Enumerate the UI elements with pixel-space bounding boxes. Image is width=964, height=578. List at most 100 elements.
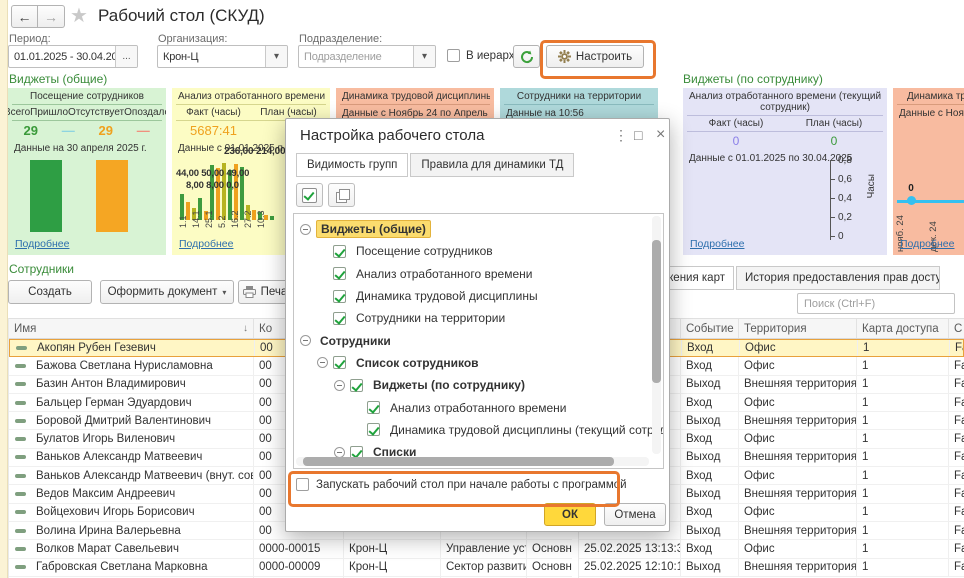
tab-access-rights-history[interactable]: История предоставления прав доступа [736, 266, 940, 290]
emp-discipline-more-link[interactable]: Подробнее [900, 238, 954, 250]
column-header-name[interactable]: Имя ↓ [9, 319, 254, 338]
peak-bar-labels: 236,00 214,00 [224, 146, 285, 157]
collapse-icon[interactable] [300, 224, 311, 235]
tree-item[interactable]: Сотрудники на территории [294, 307, 663, 329]
cell-event: Выход [681, 412, 739, 429]
tree-checkbox[interactable] [350, 379, 363, 392]
widget-title-line1: Анализ отработанного времени (текущий [687, 88, 883, 102]
chevron-down-icon[interactable]: ▾ [413, 46, 435, 67]
attendance-more-link[interactable]: Подробнее [15, 238, 69, 250]
tree-checkbox[interactable] [333, 245, 346, 258]
cell-access-card: 1 [857, 504, 949, 521]
favorite-star-icon[interactable]: ★ [70, 3, 88, 28]
startup-checkbox-row[interactable]: Запускать рабочий стол при начале работы… [296, 478, 627, 491]
tree-item[interactable]: Виджеты (по сотруднику) [294, 374, 663, 396]
vertical-scrollbar[interactable] [652, 216, 661, 454]
tree-item[interactable]: Посещение сотрудников [294, 240, 663, 262]
collapse-icon[interactable] [334, 447, 345, 458]
hierarchy-checkbox[interactable] [447, 49, 460, 62]
attendance-values: 29—29— [12, 121, 162, 140]
tree-item[interactable]: Динамика трудовой дисциплины (текущий со… [294, 419, 663, 441]
tree-checkbox[interactable] [333, 290, 346, 303]
attendance-column-header: ВсегоПришлоОтсутствуетОпоздало [8, 107, 166, 118]
cell-access-card: 1 [858, 340, 950, 356]
check-all-button[interactable] [296, 183, 323, 207]
window-edge-strip [0, 0, 8, 578]
cell-reader: Fa [949, 449, 964, 466]
maximize-icon[interactable]: □ [634, 127, 642, 143]
back-button[interactable]: ← [11, 5, 38, 28]
cell-event: Вход [682, 340, 740, 356]
create-button[interactable]: Создать [8, 280, 92, 304]
startup-checkbox[interactable] [296, 478, 309, 491]
person-icon [9, 449, 31, 466]
cell-reader: Fa [949, 559, 964, 576]
cell-organization: Крон-Ц [344, 559, 441, 576]
event-row[interactable]: 25.02.2025 13:13:34ВходОфис1Fa [579, 540, 964, 558]
tree-checkbox[interactable] [333, 312, 346, 325]
cell-code: 0000-00015 [254, 540, 344, 557]
close-icon[interactable]: × [656, 127, 665, 143]
uncheck-all-icon [336, 189, 348, 201]
tree-item[interactable]: Список сотрудников [294, 352, 663, 374]
emp-worked-time-more-link[interactable]: Подробнее [690, 238, 744, 250]
period-label: Период: [9, 33, 51, 45]
event-row[interactable]: 25.02.2025 12:10:19ВыходВнешняя территор… [579, 559, 964, 577]
tab-group-visibility[interactable]: Видимость групп [296, 153, 408, 177]
cell-access-card: 1 [857, 376, 949, 393]
sort-descending-icon: ↓ [243, 323, 248, 334]
tree-item[interactable]: Динамика трудовой дисциплины [294, 285, 663, 307]
plan-label: План (часы) [251, 107, 326, 118]
collapse-icon[interactable] [300, 335, 311, 346]
section-employees: Сотрудники [9, 262, 74, 276]
tree-item[interactable]: Виджеты (общие) [294, 218, 663, 240]
tree-checkbox[interactable] [367, 401, 380, 414]
tree-checkbox[interactable] [333, 267, 346, 280]
desktop-settings-dialog: Настройка рабочего стола ⋮ □ × Видимость… [285, 118, 670, 532]
cell-event: Вход [681, 357, 739, 374]
attendance-bars [8, 160, 166, 232]
tree-item[interactable]: Анализ отработанного времени [294, 263, 663, 285]
cell-access-card: 1 [857, 559, 949, 576]
tree-item[interactable]: Сотрудники [294, 329, 663, 351]
forward-button[interactable]: → [38, 5, 65, 28]
horizontal-scrollbar[interactable] [296, 457, 649, 466]
cell-event: Вход [681, 467, 739, 484]
column-header-territory[interactable]: Территория [739, 319, 857, 338]
search-input[interactable]: Поиск (Ctrl+F) [797, 293, 955, 314]
person-icon [9, 485, 31, 502]
chevron-down-icon[interactable]: ▾ [265, 46, 287, 67]
cancel-button[interactable]: Отмена [604, 503, 666, 526]
column-header-card[interactable]: Карта доступа [857, 319, 949, 338]
refresh-button[interactable] [513, 45, 540, 68]
tree-checkbox[interactable] [333, 356, 346, 369]
fact-label: Факт (часы) [687, 118, 785, 129]
ok-button[interactable]: ОК [544, 503, 596, 526]
employee-row[interactable]: Волков Марат Савельевич0000-00015Крон-ЦУ… [9, 540, 572, 558]
cell-name: Булатов Игорь Виленович [31, 430, 254, 447]
collapse-icon[interactable] [317, 357, 328, 368]
organization-combobox[interactable]: Крон-Ц ▾ [157, 45, 288, 68]
column-header-event[interactable]: Событие [681, 319, 739, 338]
worked-time-bar [270, 216, 274, 220]
attendance-value: — [50, 123, 88, 138]
make-document-button[interactable]: Оформить документ ▾ [100, 280, 234, 304]
period-more-button[interactable]: ... [115, 46, 137, 67]
cell-reader: Fa [949, 540, 964, 557]
employee-row[interactable]: Габровская Светлана Марковна0000-00009Кр… [9, 559, 572, 577]
cell-event: Вход [681, 504, 739, 521]
configure-button[interactable]: Настроить [546, 45, 644, 68]
tree-checkbox[interactable] [367, 423, 380, 436]
person-icon [9, 522, 31, 539]
tab-discipline-rules[interactable]: Правила для динамики ТД [410, 153, 574, 177]
more-menu-icon[interactable]: ⋮ [614, 127, 628, 143]
worked-time-more-link[interactable]: Подробнее [179, 238, 233, 250]
department-label: Подразделение: [299, 33, 382, 45]
tree-item[interactable]: Анализ отработанного времени [294, 396, 663, 418]
cell-reader: Fa [949, 522, 964, 539]
department-combobox[interactable]: Подразделение ▾ [298, 45, 436, 68]
collapse-icon[interactable] [334, 380, 345, 391]
column-header-extra[interactable]: С [949, 319, 964, 338]
period-field[interactable]: 01.01.2025 - 30.04.2025 ... [8, 45, 138, 68]
uncheck-all-button[interactable] [328, 183, 355, 207]
